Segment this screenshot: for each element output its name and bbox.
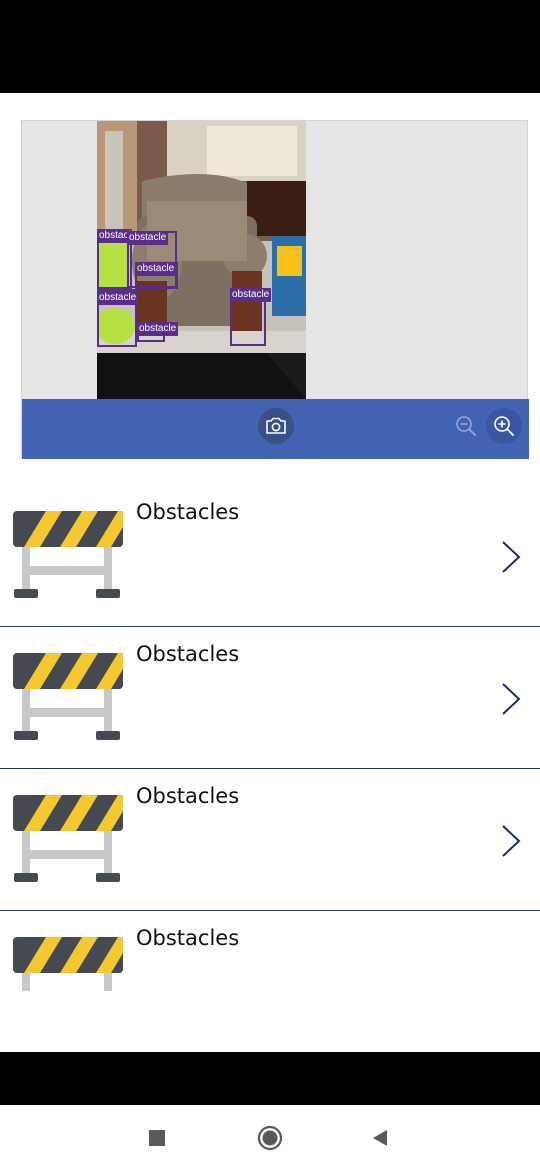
square-icon <box>149 1130 165 1146</box>
chevron-right-icon[interactable] <box>500 540 522 574</box>
item-title: Obstacles <box>136 926 240 950</box>
chevron-right-icon[interactable] <box>500 824 522 858</box>
detection-label: obstacle <box>127 231 169 245</box>
home-button[interactable] <box>256 1124 284 1152</box>
app-content: obstacle obstacle obstacle obstacle obst… <box>0 93 540 1052</box>
captured-photo[interactable]: obstacle obstacle obstacle obstacle obst… <box>97 121 306 399</box>
item-title: Obstacles <box>136 500 240 524</box>
list-item[interactable]: Obstacles <box>0 769 540 911</box>
zoom-out-icon <box>456 416 476 436</box>
item-title: Obstacles <box>136 642 240 666</box>
back-button[interactable] <box>366 1124 394 1152</box>
triangle-back-icon <box>373 1130 387 1146</box>
camera-icon <box>266 417 286 434</box>
detection-label: obstacle <box>97 291 139 305</box>
list-item[interactable]: Obstacles <box>0 627 540 769</box>
detection-label: obstacle <box>135 262 177 276</box>
list-item[interactable]: Obstacles <box>0 911 540 991</box>
barrier-icon <box>13 653 123 740</box>
barrier-icon <box>13 511 123 598</box>
capture-photo-button[interactable] <box>258 408 294 444</box>
detector-toolbar <box>22 399 529 459</box>
chevron-right-icon[interactable] <box>500 682 522 716</box>
circle-icon <box>257 1125 283 1151</box>
obstacles-list: Obstacles Obstacles Obstacles Obstacles <box>0 485 540 991</box>
detection-label: obstacle <box>230 288 272 302</box>
list-item[interactable]: Obstacles <box>0 485 540 627</box>
recent-apps-button[interactable] <box>143 1124 171 1152</box>
phone-screen: obstacle obstacle obstacle obstacle obst… <box>0 0 540 1170</box>
status-bar <box>0 0 540 93</box>
zoom-out-button[interactable] <box>455 415 477 437</box>
bottom-spacer <box>0 1052 540 1105</box>
object-detector-panel: obstacle obstacle obstacle obstacle obst… <box>21 120 529 459</box>
system-navigation-bar <box>0 1105 540 1170</box>
barrier-icon <box>13 795 123 882</box>
detection-label: obstacle <box>137 322 179 336</box>
zoom-in-button[interactable] <box>486 408 522 444</box>
barrier-icon <box>13 937 123 991</box>
item-title: Obstacles <box>136 784 240 808</box>
zoom-in-icon <box>494 416 514 436</box>
